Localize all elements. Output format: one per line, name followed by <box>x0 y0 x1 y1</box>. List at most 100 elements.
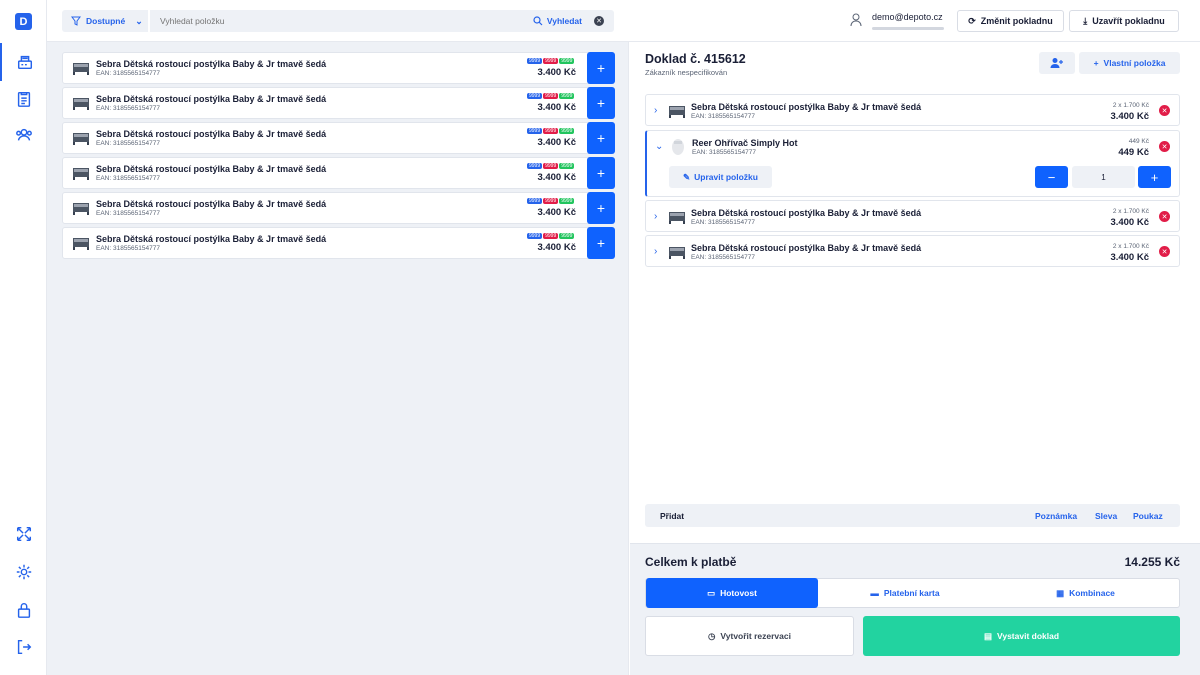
quantity-value[interactable]: 1 <box>1072 166 1135 188</box>
document-list-icon[interactable] <box>0 80 47 118</box>
change-register-button[interactable]: ⟳ Změnit pokladnu <box>957 10 1064 32</box>
stock-tag: 9999 <box>559 58 575 64</box>
clear-search-icon[interactable]: ✕ <box>594 16 604 26</box>
close-register-button[interactable]: ⤓ Uzavřít pokladnu <box>1069 10 1179 32</box>
add-voucher-link[interactable]: Poukaz <box>1133 511 1163 521</box>
line-unit-price: 2 x 1.700 Kč <box>1112 102 1149 109</box>
edit-item-button[interactable]: ✎ Upravit položku <box>669 166 772 188</box>
availability-filter[interactable]: Dostupné ⌄ <box>62 10 148 32</box>
product-ean: EAN: 3185565154777 <box>96 105 160 112</box>
remove-line-icon[interactable]: ✕ <box>1159 105 1170 116</box>
add-note-link[interactable]: Poznámka <box>1035 511 1077 521</box>
add-to-cart-button[interactable]: + <box>587 227 615 259</box>
receipt-line[interactable]: › Sebra Dětská rostoucí postýlka Baby & … <box>645 200 1180 232</box>
stock-tag: 9999 <box>543 128 559 134</box>
logout-icon[interactable] <box>0 628 47 666</box>
fullscreen-icon[interactable] <box>0 515 47 553</box>
change-register-label: Změnit pokladnu <box>980 16 1053 26</box>
line-ean: EAN: 3185565154777 <box>691 219 755 226</box>
product-price: 3.400 Kč <box>537 242 576 253</box>
stock-tag: 9999 <box>559 163 575 169</box>
stock-tag: 9999 <box>543 198 559 204</box>
payment-cash-label: Hotovost <box>720 588 757 598</box>
add-to-cart-button[interactable]: + <box>587 192 615 224</box>
stock-tag: 9999 <box>527 163 543 169</box>
app-logo[interactable]: D <box>15 13 32 30</box>
stock-tags: 9999 9999 9999 <box>527 93 575 99</box>
add-discount-link[interactable]: Sleva <box>1095 511 1117 521</box>
chevron-down-icon[interactable]: ⌄ <box>655 141 663 152</box>
decrease-quantity-button[interactable]: − <box>1035 166 1068 188</box>
product-row[interactable]: Sebra Dětská rostoucí postýlka Baby & Jr… <box>62 227 615 259</box>
product-row[interactable]: Sebra Dětská rostoucí postýlka Baby & Jr… <box>62 157 615 189</box>
users-icon[interactable] <box>0 116 47 154</box>
payment-card-button[interactable]: ▬ Platební karta <box>818 578 992 608</box>
chevron-right-icon[interactable]: › <box>654 211 657 222</box>
add-to-cart-button[interactable]: + <box>587 157 615 189</box>
product-ean: EAN: 3185565154777 <box>96 245 160 252</box>
gear-icon[interactable] <box>0 553 47 591</box>
product-thumbnail <box>73 63 89 75</box>
custom-item-button[interactable]: + Vlastní položka <box>1079 52 1180 74</box>
payment-cash-button[interactable]: ▭ Hotovost <box>646 578 818 608</box>
add-to-cart-button[interactable]: + <box>587 52 615 84</box>
remove-line-icon[interactable]: ✕ <box>1159 246 1170 257</box>
line-name: Sebra Dětská rostoucí postýlka Baby & Jr… <box>691 102 922 112</box>
create-reservation-label: Vytvořit rezervaci <box>720 631 791 641</box>
product-row[interactable]: Sebra Dětská rostoucí postýlka Baby & Jr… <box>62 122 615 154</box>
add-bar: Přidat Poznámka Sleva Poukaz <box>645 504 1180 527</box>
add-to-cart-button[interactable]: + <box>587 122 615 154</box>
stock-tag: 9999 <box>527 93 543 99</box>
remove-line-icon[interactable]: ✕ <box>1159 211 1170 222</box>
search-button[interactable]: Vyhledat <box>533 16 582 26</box>
receipt-panel: Doklad č. 415612 Zákazník nespecifikován… <box>630 42 1200 675</box>
create-reservation-button[interactable]: ◷ Vytvořit rezervaci <box>645 616 854 656</box>
stock-tags: 9999 9999 9999 <box>527 128 575 134</box>
payment-combined-label: Kombinace <box>1069 588 1115 598</box>
stock-tag: 9999 <box>559 128 575 134</box>
stock-tag: 9999 <box>543 58 559 64</box>
product-name: Sebra Dětská rostoucí postýlka Baby & Jr… <box>96 94 327 104</box>
line-unit-price: 2 x 1.700 Kč <box>1112 243 1149 250</box>
product-thumbnail <box>73 238 89 250</box>
redacted-text <box>872 27 944 30</box>
receipt-line-expanded[interactable]: ⌄ Reer Ohřívač Simply Hot EAN: 318556515… <box>645 130 1180 197</box>
receipt-line[interactable]: › Sebra Dětská rostoucí postýlka Baby & … <box>645 235 1180 267</box>
product-row[interactable]: Sebra Dětská rostoucí postýlka Baby & Jr… <box>62 192 615 224</box>
stock-tag: 9999 <box>527 128 543 134</box>
add-customer-button[interactable] <box>1039 52 1075 74</box>
grid-icon: ▦ <box>1056 587 1065 598</box>
receipt-line[interactable]: › Sebra Dětská rostoucí postýlka Baby & … <box>645 94 1180 126</box>
product-ean: EAN: 3185565154777 <box>96 140 160 147</box>
payment-combined-button[interactable]: ▦ Kombinace <box>992 578 1179 608</box>
line-total: 3.400 Kč <box>1110 217 1149 228</box>
product-price: 3.400 Kč <box>537 207 576 218</box>
chevron-right-icon[interactable]: › <box>654 246 657 257</box>
cash-register-icon[interactable] <box>0 43 47 81</box>
payment-card-label: Platební karta <box>883 588 940 598</box>
line-name: Sebra Dětská rostoucí postýlka Baby & Jr… <box>691 208 922 218</box>
search-input[interactable] <box>160 16 533 26</box>
product-row[interactable]: Sebra Dětská rostoucí postýlka Baby & Jr… <box>62 87 615 119</box>
product-name: Sebra Dětská rostoucí postýlka Baby & Jr… <box>96 234 327 244</box>
lock-icon[interactable] <box>0 591 47 629</box>
product-ean: EAN: 3185565154777 <box>96 210 160 217</box>
user-icon <box>850 13 862 27</box>
remove-line-icon[interactable]: ✕ <box>1159 141 1170 152</box>
stock-tags: 9999 9999 9999 <box>527 233 575 239</box>
issue-receipt-button[interactable]: ▤ Vystavit doklad <box>863 616 1180 656</box>
add-to-cart-button[interactable]: + <box>587 87 615 119</box>
stock-tag: 9999 <box>527 58 543 64</box>
payment-summary: Celkem k platbě 14.255 Kč ▭ Hotovost ▬ P… <box>630 543 1200 675</box>
add-user-icon <box>1050 58 1063 68</box>
product-row[interactable]: Sebra Dětská rostoucí postýlka Baby & Jr… <box>62 52 615 84</box>
line-name: Sebra Dětská rostoucí postýlka Baby & Jr… <box>691 243 922 253</box>
chevron-right-icon[interactable]: › <box>654 105 657 116</box>
increase-quantity-button[interactable]: + <box>1138 166 1171 188</box>
line-total: 3.400 Kč <box>1110 111 1149 122</box>
product-name: Sebra Dětská rostoucí postýlka Baby & Jr… <box>96 164 327 174</box>
filter-icon <box>71 16 81 26</box>
custom-item-label: Vlastní položka <box>1103 58 1166 68</box>
product-name: Sebra Dětská rostoucí postýlka Baby & Jr… <box>96 59 327 69</box>
line-name: Reer Ohřívač Simply Hot <box>692 138 798 148</box>
